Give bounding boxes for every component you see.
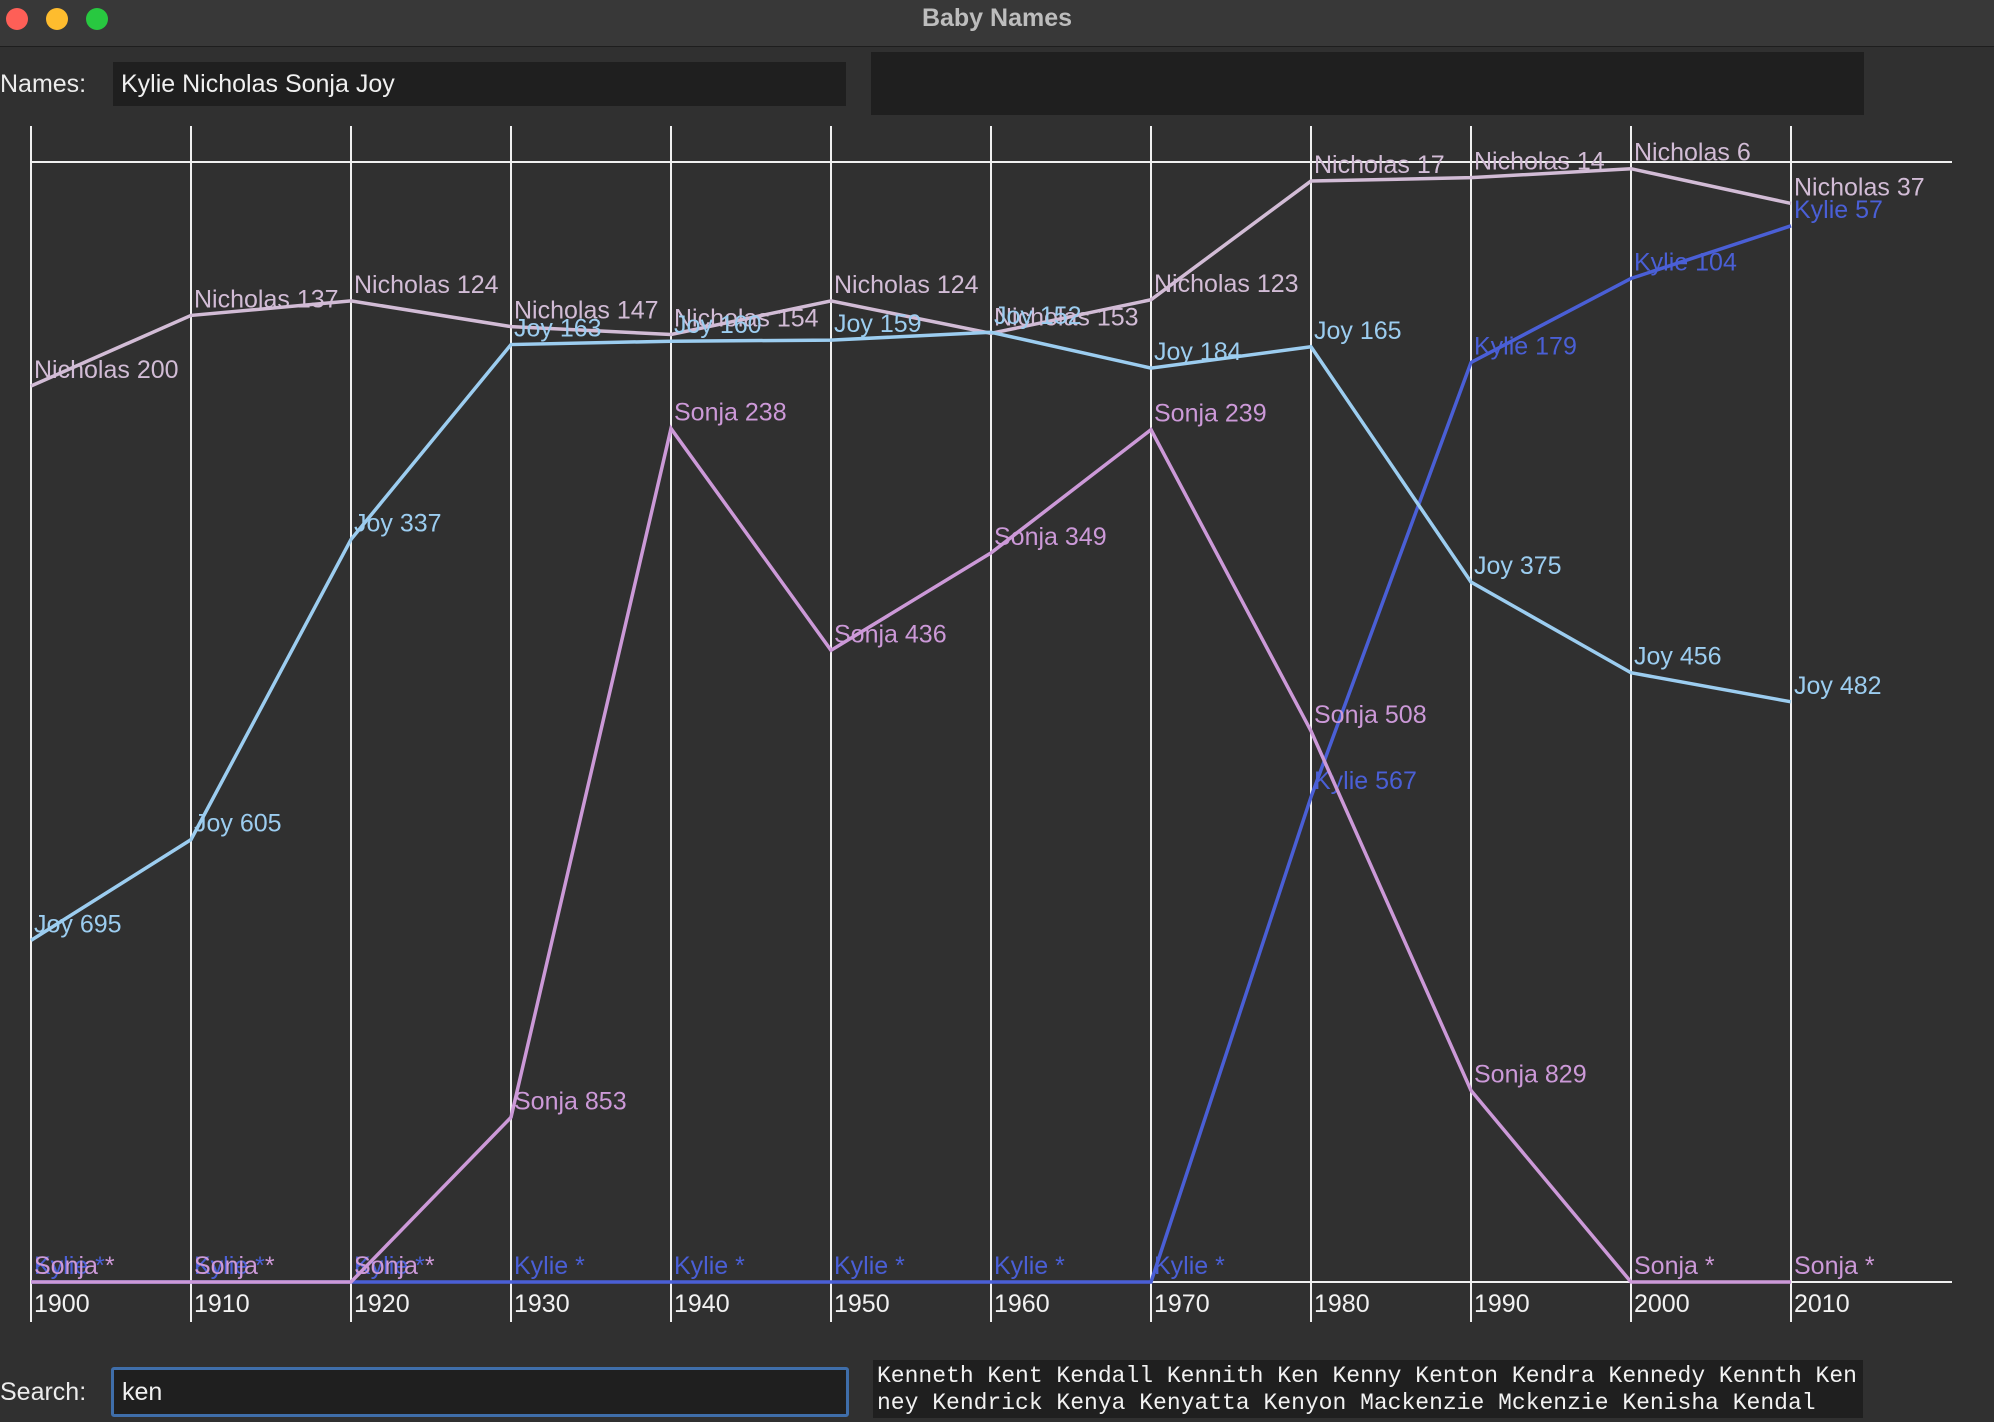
series-line-kylie <box>31 224 1792 1284</box>
data-label-nicholas-1990: Nicholas 14 <box>1474 148 1605 176</box>
x-tick-1980: 1980 <box>1314 1290 1370 1318</box>
data-label-sonja-1940: Sonja 238 <box>674 399 787 427</box>
data-label-nicholas-1910: Nicholas 137 <box>194 285 339 313</box>
app-window: Baby Names Names: Kylie *Kylie *Kylie *K… <box>0 0 1994 1422</box>
data-label-joy-1900: Joy 695 <box>34 910 122 938</box>
x-tick-1940: 1940 <box>674 1290 730 1318</box>
search-input[interactable] <box>111 1367 849 1417</box>
data-label-sonja-1950: Sonja 436 <box>834 620 947 648</box>
data-label-nicholas-1970: Nicholas 123 <box>1154 270 1299 298</box>
data-label-joy-2010: Joy 482 <box>1794 672 1882 700</box>
data-label-joy-1930: Joy 163 <box>514 315 602 343</box>
data-label-sonja-1900: Sonja * <box>34 1252 115 1280</box>
data-label-sonja-1920: Sonja * <box>354 1252 435 1280</box>
search-suggestions: Kenneth Kent Kendall Kennith Ken Kenny K… <box>873 1360 1863 1418</box>
data-label-joy-1940: Joy 160 <box>674 311 762 339</box>
data-label-joy-1990: Joy 375 <box>1474 552 1562 580</box>
x-tick-2010: 2010 <box>1794 1290 1850 1318</box>
data-label-nicholas-1980: Nicholas 17 <box>1314 151 1445 179</box>
x-tick-2000: 2000 <box>1634 1290 1690 1318</box>
data-label-sonja-1970: Sonja 239 <box>1154 400 1267 428</box>
data-label-sonja-1960: Sonja 349 <box>994 523 1107 551</box>
data-label-kylie-1960: Kylie * <box>994 1252 1065 1280</box>
x-tick-1960: 1960 <box>994 1290 1050 1318</box>
data-label-kylie-1990: Kylie 179 <box>1474 332 1577 360</box>
data-label-sonja-1990: Sonja 829 <box>1474 1060 1587 1088</box>
data-label-kylie-1950: Kylie * <box>834 1252 905 1280</box>
x-tick-1920: 1920 <box>354 1290 410 1318</box>
x-axis-ticks: 1900 1910 1920 1930 1940 1950 1960 1970 1980 1990… <box>34 1290 1850 1318</box>
chart-series: Kylie * Kylie * Kylie * Kylie * Kylie * Kylie… <box>30 139 1925 1284</box>
data-label-joy-1980: Joy 165 <box>1314 317 1402 345</box>
data-label-sonja-2010: Sonja * <box>1794 1252 1875 1280</box>
data-label-kylie-1940: Kylie * <box>674 1252 745 1280</box>
x-tick-1950: 1950 <box>834 1290 890 1318</box>
data-label-joy-1970: Joy 184 <box>1154 338 1242 366</box>
data-label-joy-1920: Joy 337 <box>354 509 442 537</box>
data-label-sonja-1910: Sonja * <box>194 1252 275 1280</box>
data-label-nicholas-2000: Nicholas 6 <box>1634 139 1751 167</box>
data-label-kylie-1970: Kylie * <box>1154 1252 1225 1280</box>
x-tick-1910: 1910 <box>194 1290 250 1318</box>
data-label-joy-2000: Joy 456 <box>1634 643 1722 671</box>
data-label-kylie-1930: Kylie * <box>514 1252 585 1280</box>
data-label-nicholas-1900: Nicholas 200 <box>34 356 179 384</box>
data-label-nicholas-2010: Nicholas 37 <box>1794 173 1925 201</box>
data-label-joy-1950: Joy 159 <box>834 310 922 338</box>
search-label: Search: <box>0 1378 87 1406</box>
data-label-joy-1960: Joy 152 <box>994 302 1082 330</box>
x-tick-1930: 1930 <box>514 1290 570 1318</box>
data-label-sonja-2000: Sonja * <box>1634 1252 1715 1280</box>
x-tick-1970: 1970 <box>1154 1290 1210 1318</box>
data-label-sonja-1930: Sonja 853 <box>514 1087 627 1115</box>
x-tick-1900: 1900 <box>34 1290 90 1318</box>
data-label-nicholas-1950: Nicholas 124 <box>834 271 979 299</box>
rank-chart: Kylie * Kylie * Kylie * Kylie * Kylie * Kylie… <box>30 126 1952 1322</box>
x-tick-1990: 1990 <box>1474 1290 1530 1318</box>
data-label-joy-1910: Joy 605 <box>194 810 282 838</box>
data-label-kylie-2000: Kylie 104 <box>1634 248 1737 276</box>
data-label-nicholas-1920: Nicholas 124 <box>354 271 499 299</box>
data-label-sonja-1980: Sonja 508 <box>1314 701 1427 729</box>
